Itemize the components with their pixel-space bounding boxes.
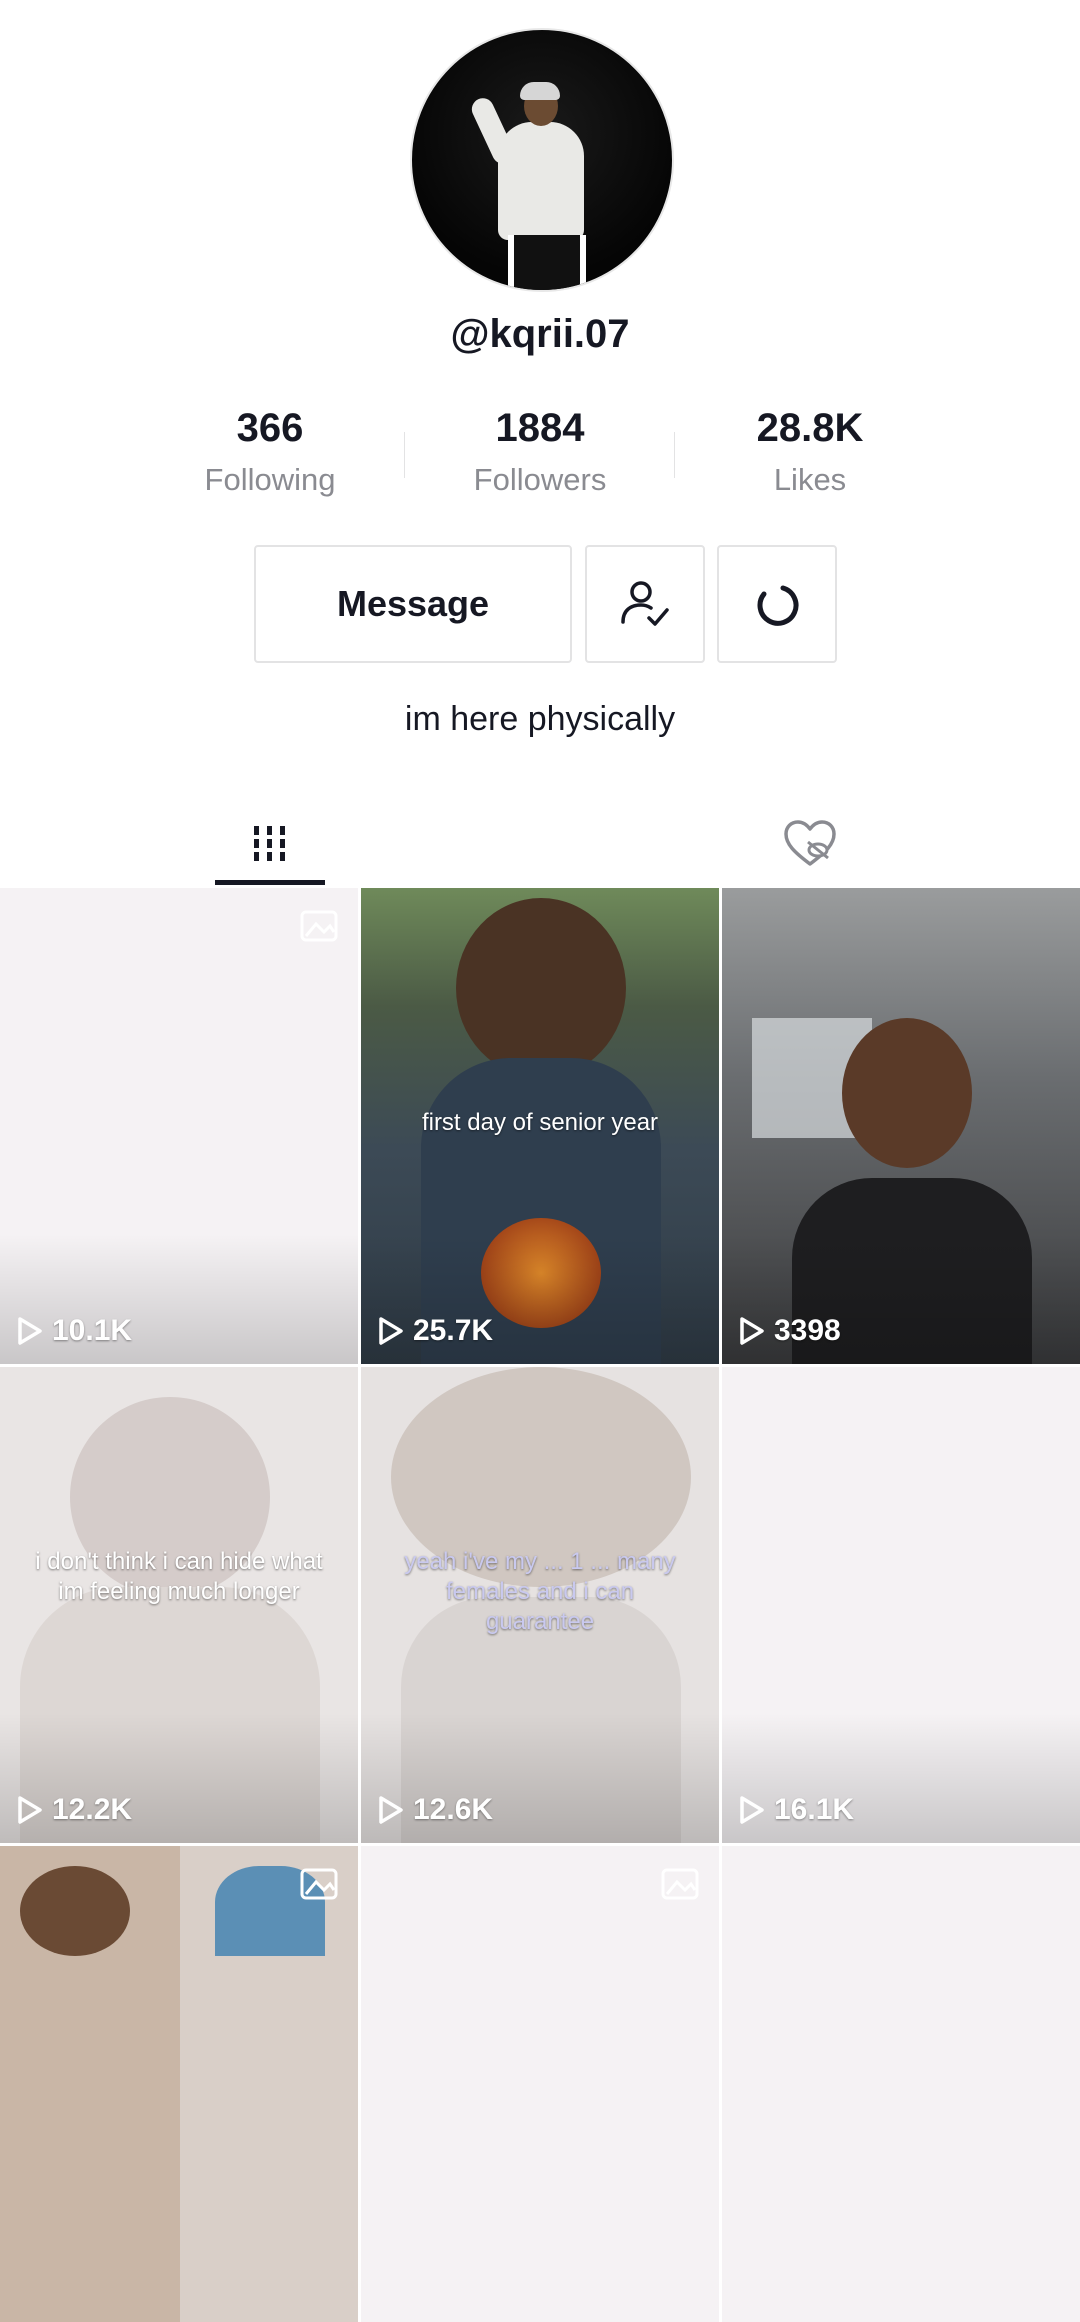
video-tile[interactable] [0,1846,358,2322]
photo-icon [300,910,338,942]
video-views: 10.1K [16,1314,132,1348]
message-button-label: Message [336,583,490,624]
stat-divider [404,432,405,478]
message-button[interactable]: Message [254,545,572,663]
play-icon [18,1317,42,1345]
tab-videos-indicator [215,880,325,885]
play-icon [18,1796,42,1824]
refresh-icon [757,585,799,626]
photo-icon [300,1868,338,1900]
friends-button[interactable] [585,545,705,663]
video-tile[interactable]: i don't think i can hide what im feeling… [0,1367,358,1843]
profile-bio: im here physically [404,700,676,738]
video-caption: first day of senior year [421,1109,659,1136]
stat-following[interactable]: 366 Following [160,404,380,498]
video-views-count: 3398 [774,1314,841,1347]
stat-likes-label: Likes [773,462,847,497]
video-views-count: 12.6K [413,1793,494,1826]
suggestions-button[interactable] [717,545,837,663]
play-icon [740,1317,764,1345]
video-views: 12.2K [16,1793,132,1827]
video-tile[interactable]: 3398 [722,888,1080,1364]
video-tile[interactable]: 16.1K [722,1367,1080,1843]
video-tile[interactable] [722,1846,1080,2322]
stat-following-label: Following [204,462,336,497]
video-caption: i don't think i can hide what im feeling… [35,1548,323,1605]
profile-username: @kqrii.07 [450,312,630,356]
photo-icon [661,1868,699,1900]
stat-followers-label: Followers [473,462,607,497]
person-check-icon [621,581,669,626]
video-grid: 10.1K first day of senior year 25.7K 339… [0,888,1080,2322]
video-tile[interactable]: 10.1K [0,888,358,1364]
video-views-count: 25.7K [413,1314,494,1347]
video-tile[interactable] [361,1846,719,2322]
video-tile[interactable]: yeah i've my ... 1 ... many females and … [361,1367,719,1843]
stat-likes: 28.8K Likes [700,404,920,498]
stat-followers-value: 1884 [495,406,585,450]
video-views: 16.1K [738,1793,854,1827]
video-views-count: 10.1K [52,1314,133,1347]
play-icon [740,1796,764,1824]
video-tile[interactable]: first day of senior year 25.7K [361,888,719,1364]
stat-divider [674,432,675,478]
video-views: 12.6K [377,1793,493,1827]
video-views-count: 16.1K [774,1793,855,1826]
play-icon [379,1317,403,1345]
video-views: 25.7K [377,1314,493,1348]
stat-following-value: 366 [236,406,304,450]
video-views-count: 12.2K [52,1793,133,1826]
grid-icon [254,826,285,861]
stat-likes-value: 28.8K [756,406,864,450]
tab-videos[interactable] [0,800,540,888]
tab-liked[interactable] [540,800,1080,888]
video-views: 3398 [738,1314,841,1348]
stat-followers[interactable]: 1884 Followers [430,404,650,498]
play-icon [379,1796,403,1824]
profile-avatar[interactable] [410,28,674,292]
heart-hidden-icon [784,820,836,866]
video-caption: yeah i've my ... 1 ... many females and … [404,1548,676,1635]
